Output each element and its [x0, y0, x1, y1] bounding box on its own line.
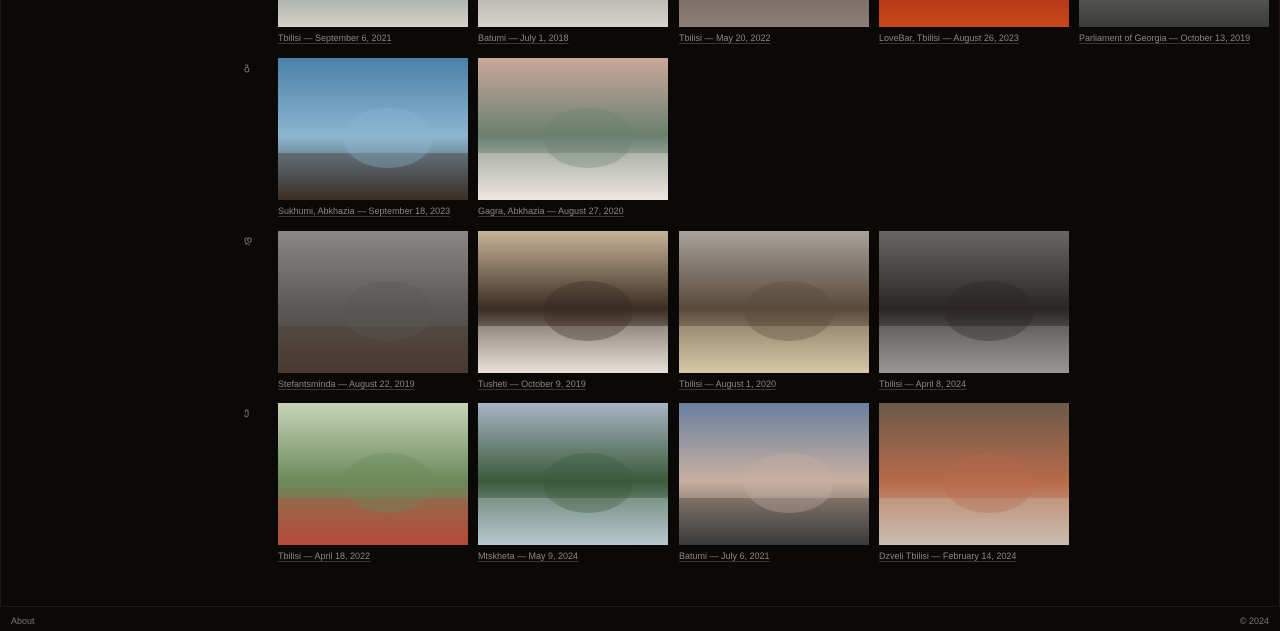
- photo-thumbnail[interactable]: [478, 58, 668, 200]
- photo-caption[interactable]: Sukhumi, Abkhazia — September 18, 2023: [278, 206, 468, 216]
- section-letter: გ: [244, 62, 250, 73]
- photo-card[interactable]: Tbilisi — April 8, 2024: [879, 231, 1069, 389]
- photo-caption[interactable]: Parliament of Georgia — October 13, 2019: [1079, 33, 1269, 43]
- photo-card[interactable]: Batumi — July 1, 2018: [478, 0, 668, 43]
- photo-card[interactable]: Tbilisi — April 18, 2022: [278, 403, 468, 561]
- photo-caption[interactable]: Tbilisi — September 6, 2021: [278, 33, 468, 43]
- about-link[interactable]: About: [11, 616, 35, 626]
- photo-thumbnail[interactable]: [478, 231, 668, 373]
- photo-thumbnail[interactable]: [679, 403, 869, 545]
- photo-thumbnail[interactable]: [679, 231, 869, 373]
- photo-card[interactable]: Mtskheta — May 9, 2024: [478, 403, 668, 561]
- photo-thumbnail[interactable]: [1079, 0, 1269, 27]
- photo-caption[interactable]: Batumi — July 6, 2021: [679, 551, 869, 561]
- photo-card[interactable]: Gagra, Abkhazia — August 27, 2020: [478, 58, 668, 216]
- photo-thumbnail[interactable]: [879, 403, 1069, 545]
- photo-caption[interactable]: Tusheti — October 9, 2019: [478, 379, 668, 389]
- photo-card[interactable]: Stefantsminda — August 22, 2019: [278, 231, 468, 389]
- section-letter: ე: [244, 407, 250, 418]
- photo-thumbnail[interactable]: [879, 231, 1069, 373]
- photo-card[interactable]: Dzveli Tbilisi — February 14, 2024: [879, 403, 1069, 561]
- photo-caption[interactable]: Tbilisi — April 18, 2022: [278, 551, 468, 561]
- photo-thumbnail[interactable]: [278, 58, 468, 200]
- photo-caption[interactable]: Dzveli Tbilisi — February 14, 2024: [879, 551, 1069, 561]
- footer: About © 2024: [0, 606, 1280, 631]
- photo-card[interactable]: Tbilisi — September 6, 2021: [278, 0, 468, 43]
- section-letter: დ: [244, 235, 253, 246]
- photo-caption[interactable]: Mtskheta — May 9, 2024: [478, 551, 668, 561]
- photo-caption[interactable]: Stefantsminda — August 22, 2019: [278, 379, 468, 389]
- photo-thumbnail[interactable]: [478, 0, 668, 27]
- photo-caption[interactable]: Gagra, Abkhazia — August 27, 2020: [478, 206, 668, 216]
- photo-thumbnail[interactable]: [278, 231, 468, 373]
- photo-thumbnail[interactable]: [679, 0, 869, 27]
- photo-thumbnail[interactable]: [478, 403, 668, 545]
- copyright: © 2024: [1239, 616, 1269, 626]
- photo-card[interactable]: Tbilisi — August 1, 2020: [679, 231, 869, 389]
- photo-card[interactable]: Sukhumi, Abkhazia — September 18, 2023: [278, 58, 468, 216]
- photo-caption[interactable]: LoveBar, Tbilisi — August 26, 2023: [879, 33, 1069, 43]
- photo-card[interactable]: Tbilisi — May 20, 2022: [679, 0, 869, 43]
- photo-caption[interactable]: Tbilisi — May 20, 2022: [679, 33, 869, 43]
- photo-card[interactable]: LoveBar, Tbilisi — August 26, 2023: [879, 0, 1069, 43]
- photo-card[interactable]: Parliament of Georgia — October 13, 2019: [1079, 0, 1269, 43]
- photo-card[interactable]: Tusheti — October 9, 2019: [478, 231, 668, 389]
- photo-caption[interactable]: Batumi — July 1, 2018: [478, 33, 668, 43]
- photo-thumbnail[interactable]: [278, 403, 468, 545]
- photo-thumbnail[interactable]: [879, 0, 1069, 27]
- photo-thumbnail[interactable]: [278, 0, 468, 27]
- photo-caption[interactable]: Tbilisi — April 8, 2024: [879, 379, 1069, 389]
- photo-caption[interactable]: Tbilisi — August 1, 2020: [679, 379, 869, 389]
- photo-card[interactable]: Batumi — July 6, 2021: [679, 403, 869, 561]
